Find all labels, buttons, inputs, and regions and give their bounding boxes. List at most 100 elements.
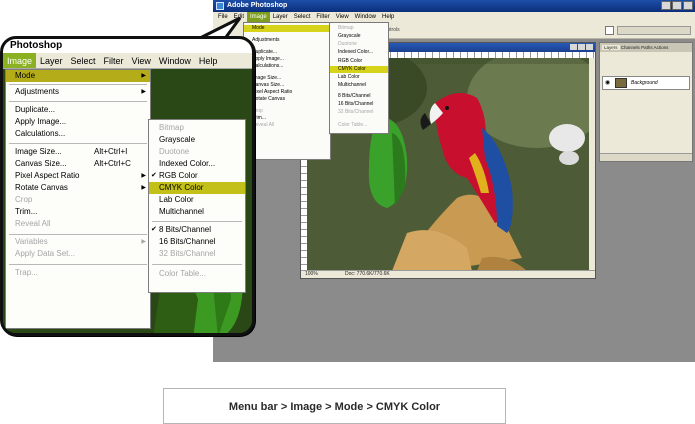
- mode-item-cmyk-color[interactable]: CMYK Color: [149, 182, 245, 194]
- menu-item-calculations[interactable]: Calculations...: [6, 128, 150, 140]
- minimize-icon[interactable]: [661, 1, 671, 10]
- callout-menu-view[interactable]: View: [128, 53, 155, 68]
- shortcut-label: Alt+Ctrl+I: [94, 147, 128, 156]
- layers-panel: Layers Channels Paths Actions ◉ Backgrou…: [599, 42, 693, 162]
- layer-name: Background: [631, 80, 658, 86]
- figure-caption: Menu bar > Image > Mode > CMYK Color: [163, 388, 506, 424]
- menu-item-pixel-aspect-ratio[interactable]: Pixel Aspect Ratio ▶: [6, 170, 150, 182]
- document-status-bar: 100% Doc: 770.6K/770.6K: [301, 270, 595, 278]
- menu-item-canvas-size[interactable]: Canvas Size... Alt+Ctrl+C: [6, 158, 150, 170]
- menu-item-mode[interactable]: Mode ▶: [6, 70, 150, 82]
- bg-mode-32bit[interactable]: 32 Bits/Channel: [330, 109, 373, 116]
- mode-item-rgb-color[interactable]: ✔ RGB Color: [149, 170, 245, 182]
- submenu-arrow-icon: ▶: [141, 73, 146, 79]
- document-controls: [570, 44, 593, 50]
- bg-mode-duotone[interactable]: Duotone: [330, 41, 357, 48]
- doc-close-icon[interactable]: [586, 44, 593, 50]
- tab-channels[interactable]: Channels: [621, 45, 640, 50]
- menu-item-duplicate[interactable]: Duplicate...: [6, 104, 150, 116]
- mode-item-lab-color[interactable]: Lab Color: [149, 194, 245, 206]
- mode-item-8-bits[interactable]: ✔ 8 Bits/Channel: [149, 224, 245, 236]
- menu-separator: [152, 221, 242, 222]
- bg-mode-color-table[interactable]: Color Table...: [330, 122, 367, 129]
- workspace-icon[interactable]: [605, 26, 614, 35]
- tab-actions[interactable]: Actions: [654, 45, 669, 50]
- doc-maximize-icon[interactable]: [578, 44, 585, 50]
- menu-separator: [9, 101, 147, 102]
- maximize-icon[interactable]: [672, 1, 682, 10]
- bg-mode-grayscale[interactable]: Grayscale: [330, 33, 361, 40]
- menu-select[interactable]: Select: [291, 12, 314, 22]
- menu-bar: File Edit Image Layer Select Filter View…: [213, 12, 695, 22]
- menu-help[interactable]: Help: [379, 12, 397, 22]
- mode-item-color-table[interactable]: Color Table...: [149, 268, 245, 280]
- bg-mode-multichannel[interactable]: Multichannel: [330, 82, 366, 89]
- menu-window[interactable]: Window: [352, 12, 379, 22]
- menu-layer[interactable]: Layer: [270, 12, 291, 22]
- bg-mode-lab[interactable]: Lab Color: [330, 74, 360, 81]
- menu-item-label: Adjustments: [15, 87, 60, 96]
- tab-paths[interactable]: Paths: [641, 45, 653, 50]
- callout-menu-window[interactable]: Window: [155, 53, 195, 68]
- menu-item-label: Pixel Aspect Ratio: [15, 171, 80, 180]
- mode-item-16-bits[interactable]: 16 Bits/Channel: [149, 236, 245, 248]
- callout-menu-help[interactable]: Help: [195, 53, 222, 68]
- submenu-arrow-icon: ▶: [141, 89, 146, 95]
- menu-item-rotate-canvas[interactable]: Rotate Canvas ▶: [6, 182, 150, 194]
- callout-menu-filter[interactable]: Filter: [100, 53, 128, 68]
- doc-minimize-icon[interactable]: [570, 44, 577, 50]
- menu-item-apply-image[interactable]: Apply Image...: [6, 116, 150, 128]
- bg-mode-8bit[interactable]: 8 Bits/Channel: [330, 93, 371, 100]
- menu-item-variables[interactable]: Variables ▶: [6, 236, 150, 248]
- layer-row-background[interactable]: ◉ Background: [602, 76, 690, 90]
- bg-mode-rgb[interactable]: RGB Color: [330, 58, 362, 65]
- callout-menu-select[interactable]: Select: [67, 53, 100, 68]
- layers-tabs: Layers Channels Paths Actions: [600, 43, 692, 52]
- menu-item-label: Canvas Size...: [15, 159, 67, 168]
- menu-item-label: Mode: [15, 71, 36, 80]
- menu-item-image-size[interactable]: Image Size... Alt+Ctrl+I: [6, 146, 150, 158]
- mode-item-grayscale[interactable]: Grayscale: [149, 134, 245, 146]
- callout-menu-image[interactable]: Image: [3, 53, 37, 68]
- close-icon[interactable]: [683, 1, 693, 10]
- menu-item-trim[interactable]: Trim...: [6, 206, 150, 218]
- mode-item-duotone[interactable]: Duotone: [149, 146, 245, 158]
- document-size: Doc: 770.6K/770.6K: [345, 271, 390, 277]
- menu-filter[interactable]: Filter: [313, 12, 332, 22]
- menu-item-adjustments[interactable]: Adjustments ▶: [6, 86, 150, 98]
- bg-mode-indexed[interactable]: Indexed Color...: [330, 49, 373, 56]
- callout-menu-layer[interactable]: Layer: [36, 53, 67, 68]
- tutorial-figure: Adobe Photoshop File Edit Image Layer Se…: [0, 0, 695, 424]
- checkmark-icon: ✔: [151, 172, 157, 179]
- menu-item-trap[interactable]: Trap...: [6, 267, 150, 279]
- menu-item-crop[interactable]: Crop: [6, 194, 150, 206]
- mode-item-multichannel[interactable]: Multichannel: [149, 206, 245, 218]
- callout-menu-bar: Image Layer Select Filter View Window He…: [3, 53, 252, 69]
- mode-item-label: 8 Bits/Channel: [159, 225, 212, 234]
- menu-separator: [9, 264, 147, 265]
- shortcut-label: Alt+Ctrl+C: [94, 159, 131, 168]
- layers-footer: [600, 153, 692, 161]
- menu-separator: [9, 234, 147, 235]
- bg-mode-cmyk[interactable]: CMYK Color: [330, 66, 388, 73]
- tab-layers[interactable]: Layers: [602, 45, 620, 50]
- menu-item-apply-data-set[interactable]: Apply Data Set...: [6, 248, 150, 260]
- mode-item-32-bits[interactable]: 32 Bits/Channel: [149, 248, 245, 260]
- palette-well[interactable]: [617, 26, 691, 35]
- menu-separator: [9, 143, 147, 144]
- mode-submenu: Bitmap Grayscale Duotone Indexed Color..…: [148, 119, 246, 293]
- window-titlebar: Adobe Photoshop: [213, 0, 695, 12]
- menu-separator: [152, 264, 242, 265]
- bg-mode-menu: Bitmap Grayscale Duotone Indexed Color..…: [329, 22, 389, 134]
- mode-item-label: RGB Color: [159, 171, 198, 180]
- menu-item-label: Variables: [15, 237, 48, 246]
- checkmark-icon: ✔: [151, 226, 157, 233]
- mode-item-indexed-color[interactable]: Indexed Color...: [149, 158, 245, 170]
- bg-mode-16bit[interactable]: 16 Bits/Channel: [330, 101, 373, 108]
- menu-item-reveal-all[interactable]: Reveal All: [6, 218, 150, 230]
- bg-mode-bitmap[interactable]: Bitmap: [330, 25, 354, 32]
- eye-icon[interactable]: ◉: [605, 77, 610, 89]
- zoom-level[interactable]: 100%: [305, 271, 318, 278]
- menu-view[interactable]: View: [333, 12, 352, 22]
- mode-item-bitmap[interactable]: Bitmap: [149, 122, 245, 134]
